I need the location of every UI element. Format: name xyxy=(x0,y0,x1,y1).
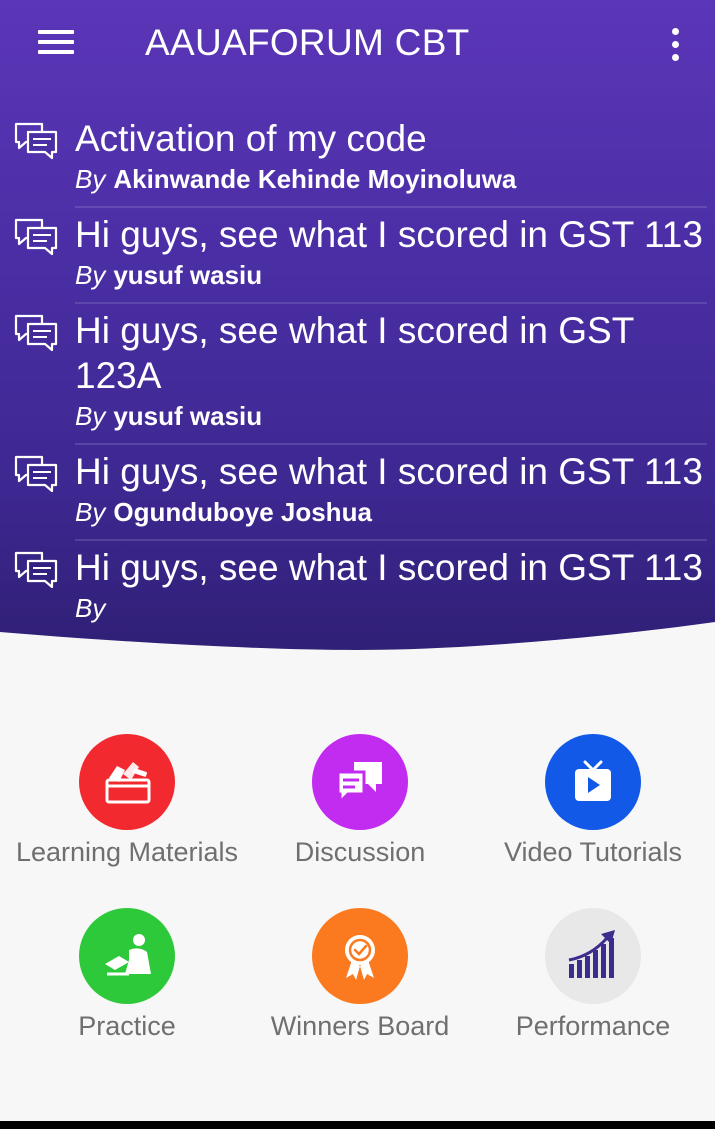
performance-circle xyxy=(545,908,641,1004)
app-bar: AAUAFORUM CBT xyxy=(0,0,715,92)
post-title: Activation of my code xyxy=(75,118,427,159)
forum-post[interactable]: Hi guys, see what I scored in GST 123A B… xyxy=(0,304,715,445)
wave-separator xyxy=(0,622,715,660)
post-meta: By Ogunduboye Joshua xyxy=(75,495,703,529)
post-title: Hi guys, see what I scored in GST 123A xyxy=(75,310,634,396)
forum-post-list: Activation of my code By Akinwande Kehind… xyxy=(0,112,715,637)
post-by-label: By xyxy=(75,497,106,527)
post-title: Hi guys, see what I scored in GST 113 xyxy=(75,451,703,492)
practice-circle xyxy=(79,908,175,1004)
forum-header: AAUAFORUM CBT Activation of my code By Ak… xyxy=(0,0,715,660)
tile-label: Practice xyxy=(78,1011,176,1041)
tile-label: Discussion xyxy=(294,837,426,867)
video-tutorials-circle xyxy=(545,734,641,830)
comment-bubbles-icon xyxy=(14,314,58,352)
post-author: Ogunduboye Joshua xyxy=(113,497,372,527)
overflow-menu-icon[interactable] xyxy=(660,24,692,66)
tile-label: Learning Materials xyxy=(15,837,239,867)
performance-button[interactable]: Performance xyxy=(474,908,712,1042)
comment-bubbles-icon xyxy=(14,122,58,160)
comment-bubbles-icon xyxy=(14,218,58,256)
learning-materials-button[interactable]: Learning Materials xyxy=(8,734,246,868)
award-ribbon-icon xyxy=(345,935,375,980)
tile-label: Performance xyxy=(515,1011,671,1041)
learning-materials-circle xyxy=(79,734,175,830)
post-by-label: By xyxy=(75,260,106,290)
post-title: Hi guys, see what I scored in GST 113 xyxy=(75,214,703,255)
post-meta: By yusuf wasiu xyxy=(75,399,703,433)
comment-bubbles-icon xyxy=(14,455,58,493)
practice-button[interactable]: Practice xyxy=(8,908,246,1042)
post-by-label: By xyxy=(75,401,106,431)
app-title: AAUAFORUM CBT xyxy=(145,22,470,63)
forum-post[interactable]: Hi guys, see what I scored in GST 113 By… xyxy=(0,445,715,541)
tile-label: Winners Board xyxy=(270,1011,450,1041)
post-meta: By yusuf wasiu xyxy=(75,258,703,292)
home-screen: AAUAFORUM CBT Activation of my code By Ak… xyxy=(0,0,715,1121)
post-author: yusuf wasiu xyxy=(113,401,263,431)
books-icon xyxy=(105,762,151,804)
bottom-edge xyxy=(0,1121,715,1129)
winners-board-button[interactable]: Winners Board xyxy=(241,908,479,1042)
growth-chart-icon xyxy=(568,930,615,978)
comment-bubbles-icon xyxy=(14,551,58,589)
hamburger-menu-icon[interactable] xyxy=(30,24,82,64)
discussion-button[interactable]: Discussion xyxy=(241,734,479,868)
forum-post[interactable]: Hi guys, see what I scored in GST 113 By… xyxy=(0,208,715,304)
forum-post[interactable]: Activation of my code By Akinwande Kehind… xyxy=(0,112,715,208)
tv-play-icon xyxy=(575,760,611,801)
winners-board-circle xyxy=(312,908,408,1004)
student-desk-icon xyxy=(105,934,151,976)
tile-label: Video Tutorials xyxy=(503,837,683,867)
video-tutorials-button[interactable]: Video Tutorials xyxy=(474,734,712,868)
chat-bubbles-icon xyxy=(336,762,382,806)
post-by-label: By xyxy=(75,164,106,194)
post-author: Akinwande Kehinde Moyinoluwa xyxy=(113,164,517,194)
post-title: Hi guys, see what I scored in GST 113 xyxy=(75,547,703,588)
post-author: yusuf wasiu xyxy=(113,260,263,290)
discussion-circle xyxy=(312,734,408,830)
post-meta: By Akinwande Kehinde Moyinoluwa xyxy=(75,162,703,196)
